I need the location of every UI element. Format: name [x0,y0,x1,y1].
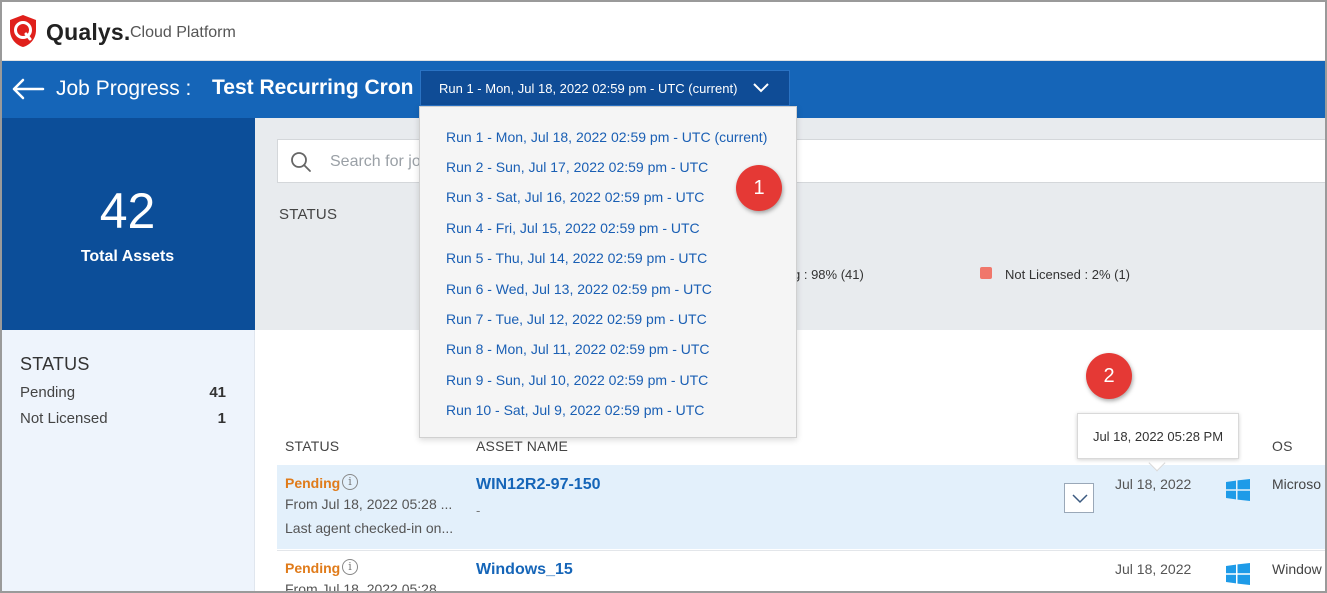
info-icon[interactable]: i [342,559,358,575]
chevron-down-icon [1072,494,1088,504]
legend-not-licensed-swatch [980,267,992,279]
last-updated-date: Jul 18, 2022 [1115,476,1192,492]
status-filter-not-licensed[interactable]: Not Licensed 1 [20,410,226,427]
chevron-down-icon [753,83,769,93]
run-option-9[interactable]: Run 9 - Sun, Jul 10, 2022 02:59 pm - UTC [446,372,708,388]
info-icon[interactable]: i [342,474,358,490]
run-dropdown-menu: Run 1 - Mon, Jul 18, 2022 02:59 pm - UTC… [419,106,797,438]
column-header-asset-name[interactable]: ASSET NAME [476,438,568,454]
column-header-os[interactable]: OS [1272,438,1293,454]
run-option-1[interactable]: Run 1 - Mon, Jul 18, 2022 02:59 pm - UTC… [446,129,767,145]
run-option-2[interactable]: Run 2 - Sun, Jul 17, 2022 02:59 pm - UTC [446,159,708,175]
run-option-6[interactable]: Run 6 - Wed, Jul 13, 2022 02:59 pm - UTC [446,281,712,297]
total-assets-card: 42 Total Assets [0,118,255,330]
column-header-status[interactable]: STATUS [285,438,339,454]
table-row[interactable]: Pending i From Jul 18, 2022 05:28 ... La… [277,465,1327,549]
asset-name-link[interactable]: Windows_15 [476,561,573,579]
legend-pending: g : 98% (41) [793,267,864,282]
run-option-5[interactable]: Run 5 - Thu, Jul 14, 2022 02:59 pm - UTC [446,250,707,266]
status-filter-count: 41 [209,384,226,401]
windows-icon [1226,563,1250,585]
os-name: Microso [1272,476,1322,492]
run-option-3[interactable]: Run 3 - Sat, Jul 16, 2022 02:59 pm - UTC [446,189,704,205]
job-progress-label: Job Progress : [56,77,192,100]
legend-not-licensed: Not Licensed : 2% (1) [1005,267,1131,282]
date-tooltip: Jul 18, 2022 05:28 PM [1077,413,1239,459]
table-row[interactable]: Pending i From Jul 18, 2022 05:28 ... Wi… [277,550,1327,593]
status-filter-title: STATUS [20,354,90,374]
callout-2: 2 [1086,353,1132,399]
status-filter-count: 1 [217,410,226,427]
status-pending: Pending [285,475,341,491]
status-filter-label: Pending [20,384,76,401]
job-name: Test Recurring Cron [212,76,414,99]
expand-row-button[interactable] [1064,483,1094,513]
run-option-4[interactable]: Run 4 - Fri, Jul 15, 2022 02:59 pm - UTC [446,220,700,236]
run-select[interactable]: Run 1 - Mon, Jul 18, 2022 02:59 pm - UTC… [420,70,790,106]
status-detail: From Jul 18, 2022 05:28 ... [285,581,453,593]
asset-detail: - [476,503,481,518]
status-pending: Pending [285,560,341,576]
windows-icon [1226,479,1250,501]
total-assets-label: Total Assets [80,248,175,265]
status-filter-panel: STATUS Pending 41 Not Licensed 1 [0,330,255,593]
status-detail: From Jul 18, 2022 05:28 ... [285,496,453,512]
brand-bar: Qualys. Cloud Platform [0,0,1327,61]
brand-subtitle: Cloud Platform [130,24,236,41]
asset-name-link[interactable]: WIN12R2-97-150 [476,476,601,494]
total-assets-count: 42 [99,183,156,239]
run-option-7[interactable]: Run 7 - Tue, Jul 12, 2022 02:59 pm - UTC [446,311,707,327]
brand-name: Qualys. [46,19,131,45]
run-option-8[interactable]: Run 8 - Mon, Jul 11, 2022 02:59 pm - UTC [446,341,710,357]
run-option-10[interactable]: Run 10 - Sat, Jul 9, 2022 02:59 pm - UTC [446,402,704,418]
search-icon [291,152,311,172]
back-arrow-icon[interactable] [10,75,46,103]
os-name: Window [1272,561,1322,577]
callout-1: 1 [736,165,782,211]
qualys-logo-icon [10,15,36,47]
status-detail: Last agent checked-in on... [285,520,454,536]
last-updated-date: Jul 18, 2022 [1115,561,1192,577]
run-select-value: Run 1 - Mon, Jul 18, 2022 02:59 pm - UTC… [439,81,738,96]
status-chart-title: STATUS [279,206,338,223]
status-filter-pending[interactable]: Pending 41 [20,384,226,401]
status-filter-label: Not Licensed [20,410,108,427]
